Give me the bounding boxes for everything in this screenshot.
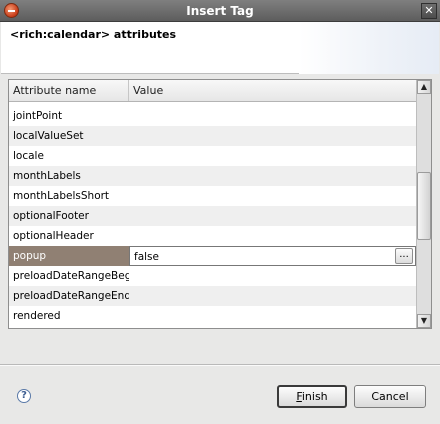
vertical-scrollbar[interactable]: ▲ ▼ — [416, 80, 431, 328]
attribute-name-cell: optionalHeader — [13, 230, 94, 242]
attribute-name-cell: popup — [9, 246, 129, 266]
attribute-name-cell: monthLabelsShort — [13, 190, 110, 202]
attribute-value-cell[interactable] — [129, 146, 416, 166]
dialog-header: <rich:calendar> attributes — [1, 22, 439, 74]
attributes-table: Attribute name Value jointPoint localVal… — [8, 79, 432, 329]
attribute-name-cell: jointPoint — [13, 110, 63, 122]
finish-label: inish — [301, 390, 328, 403]
scroll-up-icon[interactable]: ▲ — [417, 80, 431, 94]
table-row[interactable]: locale — [9, 146, 416, 166]
help-icon[interactable]: ? — [17, 389, 31, 403]
table-header: Attribute name Value — [9, 80, 416, 102]
table-row[interactable]: preloadDateRangeBeg — [9, 266, 416, 286]
attribute-name-cell: preloadDateRangeBeg — [13, 270, 129, 282]
attribute-value-cell[interactable] — [129, 106, 416, 126]
cancel-button[interactable]: Cancel — [354, 385, 426, 408]
scrollbar-thumb[interactable] — [417, 172, 431, 240]
attribute-value-cell[interactable] — [129, 306, 416, 326]
attribute-name-cell: localValueSet — [13, 130, 84, 142]
attribute-name-cell: locale — [13, 150, 44, 162]
attribute-value-cell[interactable] — [129, 166, 416, 186]
close-button[interactable]: ✕ — [421, 3, 437, 19]
column-header-attribute-name[interactable]: Attribute name — [9, 80, 129, 101]
table-row[interactable]: monthLabels — [9, 166, 416, 186]
table-row[interactable]: jointPoint — [9, 106, 416, 126]
scroll-down-icon[interactable]: ▼ — [417, 314, 431, 328]
table-row[interactable]: preloadDateRangeEnd — [9, 286, 416, 306]
table-row[interactable]: monthLabelsShort — [9, 186, 416, 206]
attribute-name-cell: preloadDateRangeEnd — [13, 290, 129, 302]
table-row[interactable]: rendered — [9, 306, 416, 326]
dialog-heading: <rich:calendar> attributes — [10, 28, 177, 41]
attribute-name-cell: monthLabels — [13, 170, 81, 182]
window-title: Insert Tag — [186, 4, 254, 18]
footer-divider — [0, 364, 440, 366]
finish-button[interactable]: Finish — [277, 385, 347, 408]
attribute-value-cell[interactable] — [129, 266, 416, 286]
attribute-value-text: false — [134, 251, 159, 263]
column-header-value[interactable]: Value — [129, 80, 416, 101]
attribute-value-cell[interactable] — [129, 286, 416, 306]
table-body: jointPoint localValueSet locale monthLab… — [9, 102, 416, 328]
table-row[interactable]: localValueSet — [9, 126, 416, 146]
header-gradient — [299, 22, 439, 74]
title-bar: Insert Tag ✕ — [0, 0, 440, 22]
attribute-value-cell[interactable] — [129, 226, 416, 246]
attribute-value-cell[interactable] — [129, 126, 416, 146]
table-row[interactable]: optionalFooter — [9, 206, 416, 226]
attribute-name-cell: optionalFooter — [13, 210, 89, 222]
table-row[interactable]: optionalHeader — [9, 226, 416, 246]
attribute-value-cell[interactable] — [129, 186, 416, 206]
browse-value-button[interactable]: ... — [395, 248, 413, 264]
attribute-value-cell[interactable] — [129, 206, 416, 226]
attribute-value-editor[interactable]: false ... — [129, 246, 416, 266]
attribute-name-cell: rendered — [13, 310, 61, 322]
table-row-selected[interactable]: popup false ... — [9, 246, 416, 266]
